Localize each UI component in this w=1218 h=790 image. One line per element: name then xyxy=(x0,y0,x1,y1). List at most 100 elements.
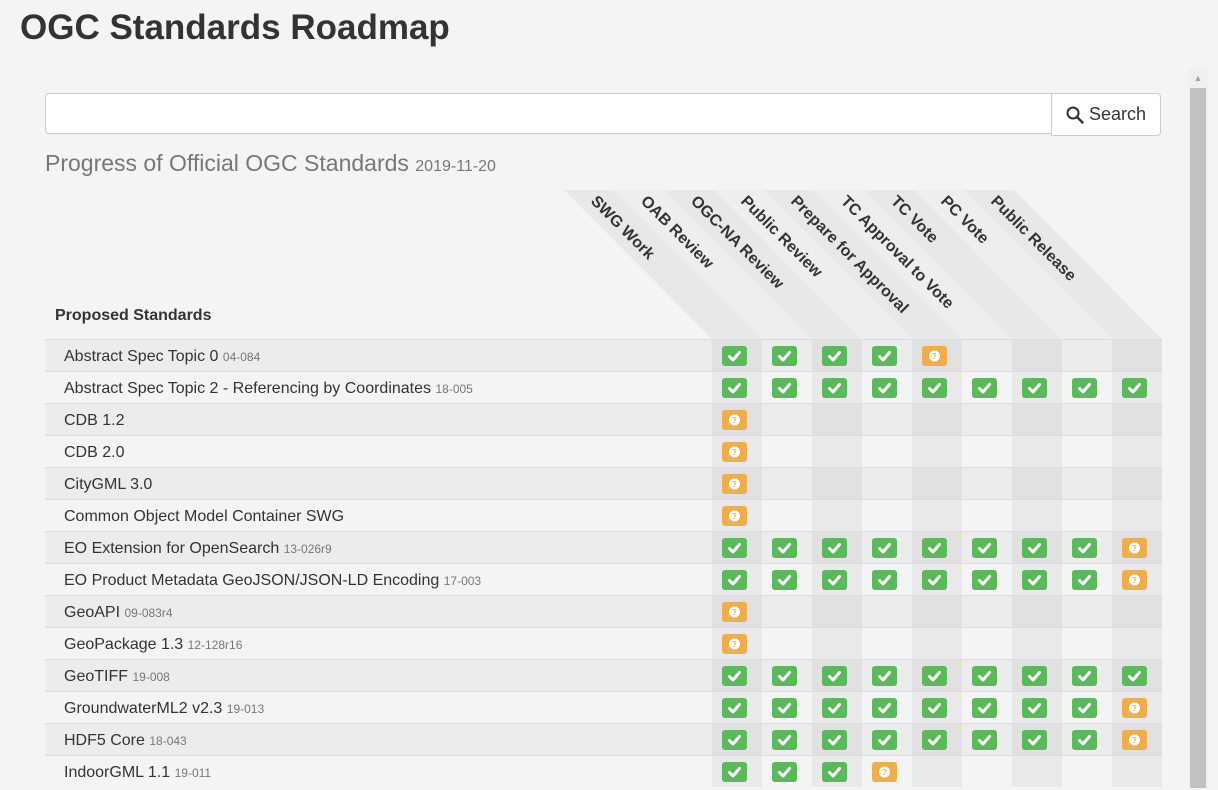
stage-cell-public-review xyxy=(862,372,912,403)
stage-cell-tc-approval-to-vote xyxy=(962,564,1012,595)
stage-cell-pc-vote xyxy=(1062,564,1112,595)
standard-doc-number: 13-026r9 xyxy=(283,542,332,556)
check-icon xyxy=(872,666,897,686)
standard-name[interactable]: Abstract Spec Topic 0 xyxy=(64,348,218,365)
check-icon xyxy=(922,538,947,558)
check-icon xyxy=(922,666,947,686)
table-row[interactable]: Abstract Spec Topic 2 - Referencing by C… xyxy=(45,371,1162,403)
standard-name[interactable]: IndoorGML 1.1 xyxy=(64,764,170,781)
stage-cell-oab-review xyxy=(762,564,812,595)
stage-cell-tc-vote xyxy=(1012,628,1062,659)
standard-name[interactable]: GroundwaterML2 v2.3 xyxy=(64,700,222,717)
table-row[interactable]: HDF5 Core 18-043? xyxy=(45,723,1162,755)
standard-name[interactable]: EO Product Metadata GeoJSON/JSON-LD Enco… xyxy=(64,572,439,589)
standard-name[interactable]: HDF5 Core xyxy=(64,732,145,749)
check-icon xyxy=(1022,730,1047,750)
stage-cell-prepare-for-approval xyxy=(912,500,962,531)
stage-cell-prepare-for-approval: ? xyxy=(912,340,962,371)
stage-cell-public-release: ? xyxy=(1112,564,1162,595)
table-row[interactable]: GeoTIFF 19-008 xyxy=(45,659,1162,691)
standard-name[interactable]: GeoAPI xyxy=(64,604,120,621)
stage-cell-tc-vote xyxy=(1012,724,1062,755)
stage-cell-oab-review xyxy=(762,724,812,755)
check-icon xyxy=(722,698,747,718)
stage-cell-prepare-for-approval xyxy=(912,596,962,627)
table-row[interactable]: Common Object Model Container SWG ? xyxy=(45,499,1162,531)
standard-name-cell: GeoTIFF 19-008 xyxy=(64,660,170,694)
stage-cell-public-review xyxy=(862,564,912,595)
question-icon: ? xyxy=(922,346,947,366)
standard-name-cell: CityGML 3.0 xyxy=(64,468,152,502)
question-icon: ? xyxy=(1122,570,1147,590)
table-row[interactable]: IndoorGML 1.1 19-011? xyxy=(45,755,1162,787)
vertical-scrollbar[interactable]: ▲ xyxy=(1188,68,1208,788)
stage-cell-public-release xyxy=(1112,660,1162,691)
table-row[interactable]: GroundwaterML2 v2.3 19-013? xyxy=(45,691,1162,723)
stage-cell-tc-approval-to-vote xyxy=(962,500,1012,531)
check-icon xyxy=(822,762,847,782)
question-icon: ? xyxy=(1122,538,1147,558)
standard-name[interactable]: GeoTIFF xyxy=(64,668,128,685)
standard-name-cell: CDB 2.0 xyxy=(64,436,124,470)
table-row[interactable]: CityGML 3.0 ? xyxy=(45,467,1162,499)
stage-cell-tc-approval-to-vote xyxy=(962,468,1012,499)
check-icon xyxy=(822,698,847,718)
question-icon: ? xyxy=(872,762,897,782)
check-icon xyxy=(1022,538,1047,558)
standard-name[interactable]: CDB 2.0 xyxy=(64,444,124,461)
stage-cell-tc-approval-to-vote xyxy=(962,628,1012,659)
standard-name[interactable]: GeoPackage 1.3 xyxy=(64,636,183,653)
stage-cell-tc-approval-to-vote xyxy=(962,660,1012,691)
standard-name[interactable]: Abstract Spec Topic 2 - Referencing by C… xyxy=(64,380,431,397)
section-title: Progress of Official OGC Standards xyxy=(45,150,409,176)
stage-cell-swg-work: ? xyxy=(712,468,762,499)
standard-name[interactable]: CityGML 3.0 xyxy=(64,476,152,493)
stage-cell-public-review xyxy=(862,404,912,435)
stage-cell-oab-review xyxy=(762,468,812,499)
stage-cell-ogc-na-review xyxy=(812,692,862,723)
table-row[interactable]: GeoPackage 1.3 12-128r16? xyxy=(45,627,1162,659)
check-icon xyxy=(722,570,747,590)
check-icon xyxy=(922,730,947,750)
table-row[interactable]: CDB 1.2 ? xyxy=(45,403,1162,435)
stage-cell-public-review xyxy=(862,596,912,627)
stage-cell-swg-work xyxy=(712,532,762,563)
stage-cell-public-review xyxy=(862,468,912,499)
table-row[interactable]: Abstract Spec Topic 0 04-084? xyxy=(45,339,1162,371)
check-icon xyxy=(1072,538,1097,558)
stage-cell-public-release xyxy=(1112,340,1162,371)
scrollbar-thumb[interactable] xyxy=(1190,88,1206,788)
stage-cell-oab-review xyxy=(762,660,812,691)
question-icon: ? xyxy=(722,634,747,654)
stage-cell-swg-work: ? xyxy=(712,596,762,627)
check-icon xyxy=(1072,698,1097,718)
stage-cell-prepare-for-approval xyxy=(912,756,962,787)
standard-doc-number: 18-005 xyxy=(435,382,473,396)
stage-cell-oab-review xyxy=(762,500,812,531)
check-icon xyxy=(972,698,997,718)
stage-cell-oab-review xyxy=(762,596,812,627)
stage-cell-tc-approval-to-vote xyxy=(962,372,1012,403)
standard-name-cell: Abstract Spec Topic 2 - Referencing by C… xyxy=(64,372,473,406)
check-icon xyxy=(822,538,847,558)
standard-name[interactable]: Common Object Model Container SWG xyxy=(64,508,344,525)
standards-table: Abstract Spec Topic 0 04-084? Abstract Sp… xyxy=(45,339,1162,787)
check-icon xyxy=(822,570,847,590)
table-row[interactable]: EO Extension for OpenSearch 13-026r9? xyxy=(45,531,1162,563)
check-icon xyxy=(772,346,797,366)
standard-name[interactable]: CDB 1.2 xyxy=(64,412,124,429)
standard-name-cell: GeoAPI 09-083r4 xyxy=(64,596,173,630)
stage-cell-tc-vote xyxy=(1012,756,1062,787)
standard-name[interactable]: EO Extension for OpenSearch xyxy=(64,540,279,557)
check-icon xyxy=(922,570,947,590)
stage-cell-prepare-for-approval xyxy=(912,404,962,435)
scroll-up-arrow-icon[interactable]: ▲ xyxy=(1188,68,1208,86)
search-input[interactable] xyxy=(45,93,1051,134)
standard-name-cell: HDF5 Core 18-043 xyxy=(64,724,187,758)
search-button[interactable]: Search xyxy=(1051,93,1161,136)
table-row[interactable]: CDB 2.0 ? xyxy=(45,435,1162,467)
stage-cell-oab-review xyxy=(762,692,812,723)
table-row[interactable]: GeoAPI 09-083r4? xyxy=(45,595,1162,627)
table-row[interactable]: EO Product Metadata GeoJSON/JSON-LD Enco… xyxy=(45,563,1162,595)
stage-cell-prepare-for-approval xyxy=(912,468,962,499)
